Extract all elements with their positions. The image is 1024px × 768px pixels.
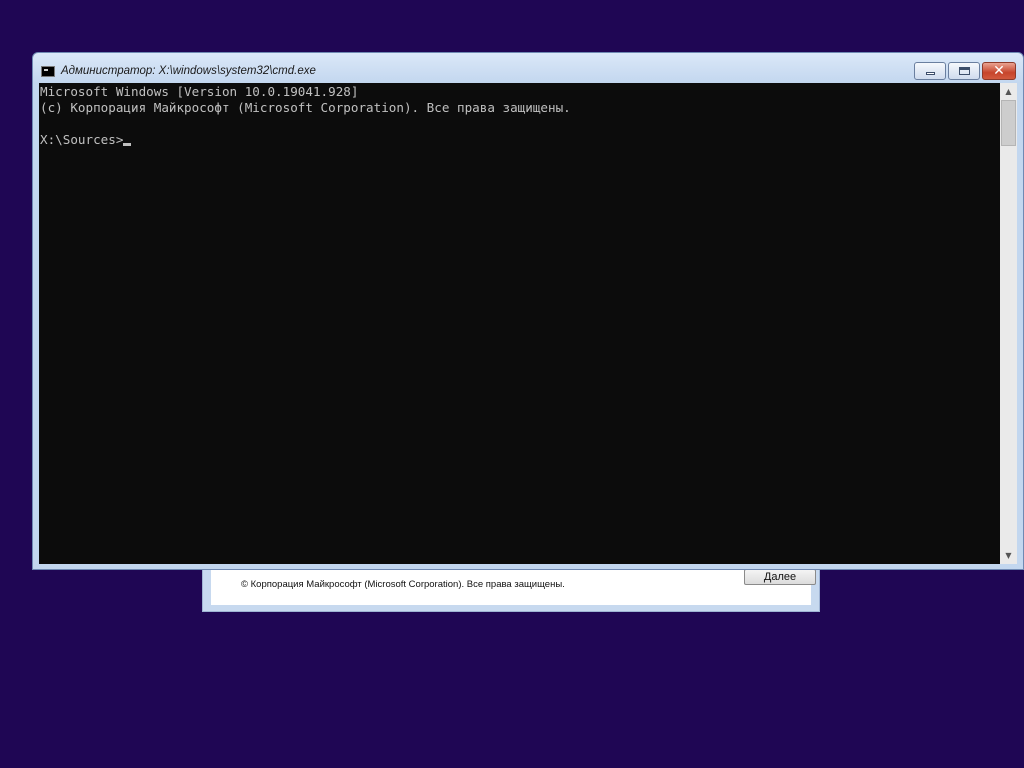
close-button[interactable]: ✕ (982, 62, 1016, 80)
maximize-button[interactable] (948, 62, 980, 80)
console-line: (c) Корпорация Майкрософт (Microsoft Cor… (40, 100, 571, 115)
minimize-icon (926, 72, 935, 75)
window-title: Администратор: X:\windows\system32\cmd.e… (61, 65, 316, 77)
scroll-thumb[interactable] (1001, 100, 1016, 146)
text-cursor (123, 143, 132, 146)
desktop-background: © Корпорация Майкрософт (Microsoft Corpo… (0, 0, 1024, 768)
console-output[interactable]: Microsoft Windows [Version 10.0.19041.92… (40, 84, 571, 148)
scroll-down-arrow-icon[interactable]: ▼ (1000, 547, 1017, 564)
close-icon: ✕ (993, 63, 1005, 79)
next-button[interactable]: Далее (744, 569, 816, 585)
cmd-window[interactable]: Администратор: X:\windows\system32\cmd.e… (32, 52, 1024, 570)
console-area[interactable]: Microsoft Windows [Version 10.0.19041.92… (39, 83, 1000, 564)
console-line: Microsoft Windows [Version 10.0.19041.92… (40, 84, 359, 99)
title-bar[interactable]: Администратор: X:\windows\system32\cmd.e… (33, 53, 1023, 83)
vertical-scrollbar[interactable]: ▲ ▼ (1000, 83, 1017, 564)
setup-copyright-text: © Корпорация Майкрософт (Microsoft Corpo… (241, 579, 565, 590)
minimize-button[interactable] (914, 62, 946, 80)
scroll-up-arrow-icon[interactable]: ▲ (1000, 83, 1017, 100)
console-prompt: X:\Sources> (40, 132, 124, 147)
maximize-icon (959, 67, 970, 75)
cmd-icon[interactable] (41, 66, 55, 77)
